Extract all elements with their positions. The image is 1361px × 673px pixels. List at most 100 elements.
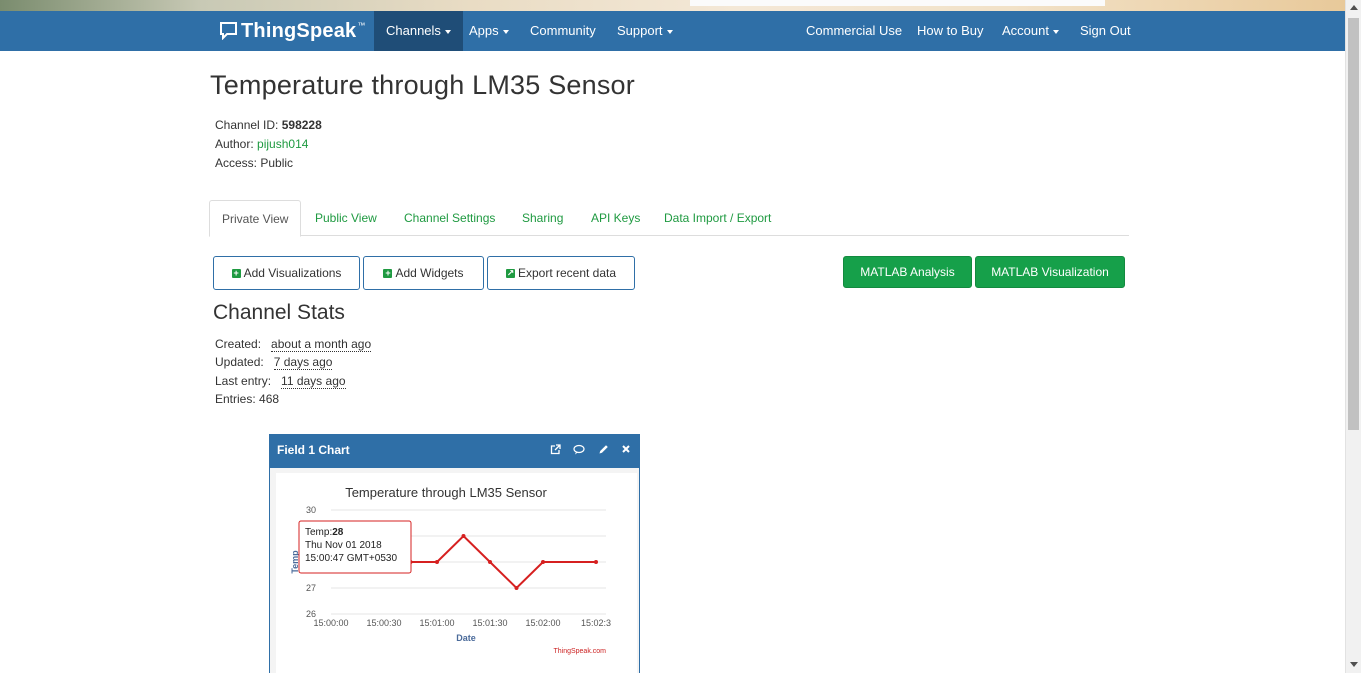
chevron-down-icon	[444, 29, 451, 34]
nav-commercial-use-label: Commercial Use	[806, 23, 903, 38]
tooltip-series: Temp:28	[305, 527, 344, 538]
page-root: { "navbar": { "brand": "ThingSpeak", "br…	[0, 0, 1361, 673]
nav-community[interactable]: Community	[530, 11, 596, 51]
matlab-analysis-button[interactable]: MATLAB Analysis	[843, 256, 972, 288]
scroll-up-icon[interactable]	[1350, 5, 1358, 10]
comment-icon[interactable]	[573, 444, 585, 458]
external-link-icon[interactable]	[549, 444, 561, 458]
nav-support-label: Support	[617, 23, 663, 38]
widget-header: Field 1 Chart	[270, 435, 639, 468]
close-icon[interactable]	[620, 444, 632, 458]
tab-public-view[interactable]: Public View	[315, 200, 377, 236]
nav-channels[interactable]: Channels	[374, 11, 463, 51]
pencil-icon[interactable]	[597, 444, 609, 458]
entries-label: Entries:	[215, 392, 256, 406]
chart-credit: ThingSpeak.com	[553, 648, 606, 655]
temp-data-point	[594, 560, 598, 564]
x-tick-label: 15:00:30	[366, 618, 401, 628]
page-title: Temperature through LM35 Sensor	[210, 70, 635, 100]
chart-area: Temperature through LM35 Sensor 30 27 26 15:…	[276, 473, 637, 673]
nav-apps[interactable]: Apps	[469, 11, 509, 51]
temp-data-point	[514, 586, 519, 590]
plus-square-icon: +	[383, 267, 393, 278]
top-strip-bar	[690, 0, 1105, 6]
scroll-down-icon[interactable]	[1350, 662, 1358, 667]
nav-apps-label: Apps	[469, 23, 499, 38]
channel-id-value: 598228	[281, 118, 322, 132]
add-widgets-button[interactable]: + Add Widgets	[363, 256, 484, 290]
created-value: about a month ago	[271, 337, 372, 352]
channel-id-label: Channel ID:	[215, 118, 279, 132]
updated-label: Updated:	[215, 355, 264, 369]
nav-account-label: Account	[1002, 23, 1049, 38]
matlab-visualization-button[interactable]: MATLAB Visualization	[975, 256, 1125, 288]
tooltip-time: 15:00:47 GMT+0530	[305, 553, 397, 564]
add-widgets-label: Add Widgets	[395, 266, 464, 280]
last-entry-value: 11 days ago	[281, 374, 346, 389]
field1-chart-widget: Field 1 Chart Temperature through LM35 S…	[269, 434, 640, 673]
updated-value: 7 days ago	[273, 355, 333, 370]
author-link[interactable]: pijush014	[257, 137, 308, 151]
brand-logo[interactable]: ThingSpeak ™	[219, 19, 365, 43]
tab-data-import-export[interactable]: Data Import / Export	[664, 200, 771, 236]
chevron-down-icon	[1052, 29, 1059, 34]
tab-private-view[interactable]: Private View	[209, 200, 302, 237]
chevron-down-icon	[666, 29, 673, 34]
channel-id: Channel ID: 598228	[215, 118, 322, 132]
tooltip-date: Thu Nov 01 2018	[305, 540, 382, 551]
stat-last-entry: Last entry: 11 days ago	[215, 374, 346, 389]
nav-commercial-use[interactable]: Commercial Use	[806, 11, 902, 51]
widget-title: Field 1 Chart	[277, 443, 350, 457]
x-tick-label: 15:01:30	[472, 618, 507, 628]
access-value: Public	[260, 156, 294, 170]
scrollbar-thumb[interactable]	[1348, 18, 1359, 430]
author-label: Author:	[215, 137, 254, 151]
add-visualizations-button[interactable]: + Add Visualizations	[213, 256, 360, 290]
stat-updated: Updated: 7 days ago	[215, 355, 333, 370]
brand-trademark: ™	[357, 20, 366, 30]
x-tick-label: 15:01:00	[419, 618, 454, 628]
stat-entries: Entries: 468	[215, 392, 279, 406]
x-tick-label: 15:02:3	[581, 618, 611, 628]
entries-value: 468	[259, 392, 280, 406]
last-entry-label: Last entry:	[215, 374, 272, 388]
temp-data-point	[435, 560, 439, 564]
plus-square-icon: +	[231, 267, 241, 278]
nav-how-to-buy-label: How to Buy	[917, 23, 984, 38]
tab-channel-settings[interactable]: Channel Settings	[404, 200, 495, 236]
access-label: Access:	[215, 156, 258, 170]
tab-api-keys[interactable]: API Keys	[591, 200, 640, 236]
x-axis-label: Date	[456, 633, 476, 643]
nav-sign-out[interactable]: Sign Out	[1080, 11, 1131, 51]
y-tick-label: 30	[306, 505, 316, 515]
temp-data-point	[461, 534, 466, 538]
temp-data-point	[541, 560, 545, 564]
y-tick-label: 27	[306, 583, 316, 593]
export-icon: ↗	[505, 267, 515, 278]
chart-title: Temperature through LM35 Sensor	[345, 485, 547, 500]
nav-account[interactable]: Account	[1002, 11, 1059, 51]
export-recent-data-label: Export recent data	[517, 266, 617, 280]
add-visualizations-label: Add Visualizations	[243, 266, 342, 280]
x-tick-label: 15:02:00	[525, 618, 560, 628]
brand-name: ThingSpeak	[241, 19, 357, 42]
vertical-scrollbar[interactable]	[1345, 0, 1361, 673]
tab-sharing[interactable]: Sharing	[522, 200, 563, 236]
nav-support[interactable]: Support	[617, 11, 673, 51]
temp-data-point	[488, 560, 492, 564]
export-recent-data-button[interactable]: ↗ Export recent data	[487, 256, 635, 290]
x-tick-label: 15:00:00	[313, 618, 348, 628]
channel-author: Author: pijush014	[215, 137, 308, 151]
nav-channels-label: Channels	[386, 23, 441, 38]
nav-how-to-buy[interactable]: How to Buy	[917, 11, 983, 51]
stat-created: Created: about a month ago	[215, 337, 372, 352]
chevron-down-icon	[502, 29, 509, 34]
created-label: Created:	[215, 337, 262, 351]
line-chart[interactable]: Temperature through LM35 Sensor30272615:…	[276, 473, 637, 673]
channel-access: Access: Public	[215, 156, 293, 170]
speech-bubble-icon	[219, 22, 238, 40]
channel-tabs: Private View Public View Channel Setting…	[209, 200, 1129, 237]
nav-community-label: Community	[530, 23, 596, 38]
nav-sign-out-label: Sign Out	[1080, 23, 1131, 38]
top-browser-strip	[0, 0, 1345, 11]
